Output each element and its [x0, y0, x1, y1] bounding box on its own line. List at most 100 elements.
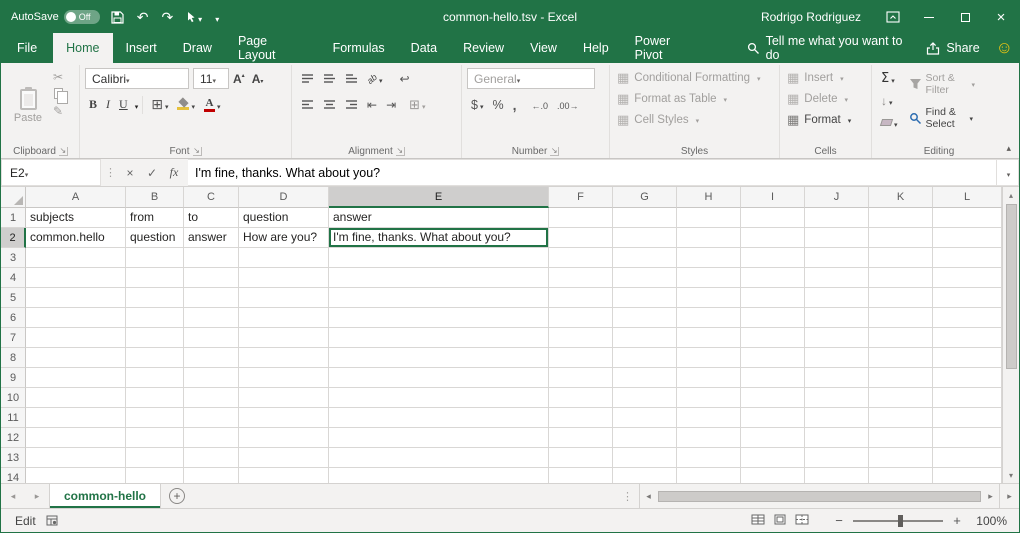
zoom-slider-thumb[interactable]: [898, 515, 903, 527]
cell-C3[interactable]: [184, 248, 239, 268]
cell-J13[interactable]: [805, 448, 869, 468]
user-name[interactable]: Rodrigo Rodriguez: [761, 10, 861, 24]
column-header-C[interactable]: C: [184, 187, 239, 208]
cell-L8[interactable]: [933, 348, 1002, 368]
row-header-1[interactable]: 1: [1, 208, 26, 228]
cell-H5[interactable]: [677, 288, 741, 308]
font-name-combo[interactable]: Calibri: [85, 68, 189, 89]
cell-C12[interactable]: [184, 428, 239, 448]
format-as-table-button[interactable]: Format as Table: [615, 89, 774, 108]
tab-draw[interactable]: Draw: [170, 33, 225, 63]
decrease-decimal-button[interactable]: [553, 94, 583, 115]
font-color-button[interactable]: A: [200, 94, 225, 115]
cell-K6[interactable]: [869, 308, 933, 328]
copy-icon[interactable]: [54, 88, 63, 99]
cell-L3[interactable]: [933, 248, 1002, 268]
cell-F13[interactable]: [549, 448, 613, 468]
align-right-button[interactable]: [341, 94, 362, 115]
cell-F1[interactable]: [549, 208, 613, 228]
cell-styles-button[interactable]: Cell Styles: [615, 110, 774, 129]
wrap-text-button[interactable]: [396, 68, 414, 89]
delete-cells-button[interactable]: Delete: [785, 89, 866, 108]
cell-A14[interactable]: [26, 468, 126, 483]
cell-K11[interactable]: [869, 408, 933, 428]
scroll-left-icon[interactable]: ◂: [640, 491, 657, 502]
minimize-button[interactable]: [911, 1, 947, 33]
insert-function-button[interactable]: fx: [164, 162, 184, 184]
cell-B8[interactable]: [126, 348, 184, 368]
cell-C14[interactable]: [184, 468, 239, 483]
undo-button[interactable]: ↶: [135, 9, 151, 26]
cell-G9[interactable]: [613, 368, 677, 388]
cell-C10[interactable]: [184, 388, 239, 408]
cell-K12[interactable]: [869, 428, 933, 448]
cell-L5[interactable]: [933, 288, 1002, 308]
font-dialog-launcher-icon[interactable]: [193, 147, 202, 156]
cell-I9[interactable]: [741, 368, 805, 388]
zoom-out-icon[interactable]: −: [833, 513, 845, 528]
cell-A4[interactable]: [26, 268, 126, 288]
cell-K9[interactable]: [869, 368, 933, 388]
cell-K3[interactable]: [869, 248, 933, 268]
row-header-5[interactable]: 5: [1, 288, 26, 308]
cell-B3[interactable]: [126, 248, 184, 268]
increase-decimal-button[interactable]: [527, 94, 552, 115]
cell-G1[interactable]: [613, 208, 677, 228]
cell-H12[interactable]: [677, 428, 741, 448]
cell-A10[interactable]: [26, 388, 126, 408]
scroll-down-icon[interactable]: ▾: [1003, 467, 1019, 483]
cell-F10[interactable]: [549, 388, 613, 408]
cell-I12[interactable]: [741, 428, 805, 448]
vertical-scrollbar[interactable]: ▴ ▾: [1002, 187, 1019, 483]
cell-J2[interactable]: [805, 228, 869, 248]
column-header-I[interactable]: I: [741, 187, 805, 208]
sort-filter-button[interactable]: Sort & Filter: [906, 68, 979, 100]
cell-D3[interactable]: [239, 248, 329, 268]
formula-bar-handle[interactable]: ⋮: [101, 159, 120, 186]
cell-A12[interactable]: [26, 428, 126, 448]
tab-file[interactable]: File: [1, 33, 53, 63]
cell-B1[interactable]: from: [126, 208, 184, 228]
cell-D10[interactable]: [239, 388, 329, 408]
cell-D7[interactable]: [239, 328, 329, 348]
cell-D9[interactable]: [239, 368, 329, 388]
customize-quick-access-button[interactable]: [213, 9, 221, 25]
cell-I2[interactable]: [741, 228, 805, 248]
page-break-view-button[interactable]: [795, 514, 809, 528]
cell-F2[interactable]: [549, 228, 613, 248]
horizontal-scroll-thumb[interactable]: [658, 491, 981, 502]
row-header-4[interactable]: 4: [1, 268, 26, 288]
cell-B9[interactable]: [126, 368, 184, 388]
cell-F5[interactable]: [549, 288, 613, 308]
cell-J6[interactable]: [805, 308, 869, 328]
macro-record-icon[interactable]: [46, 515, 58, 526]
cell-G14[interactable]: [613, 468, 677, 483]
comma-style-button[interactable]: [509, 94, 521, 115]
row-header-13[interactable]: 13: [1, 448, 26, 468]
cell-A5[interactable]: [26, 288, 126, 308]
cell-B12[interactable]: [126, 428, 184, 448]
cell-L6[interactable]: [933, 308, 1002, 328]
cell-B14[interactable]: [126, 468, 184, 483]
cell-H11[interactable]: [677, 408, 741, 428]
cell-E2[interactable]: I'm fine, thanks. What about you?: [329, 228, 549, 248]
row-header-6[interactable]: 6: [1, 308, 26, 328]
cell-J7[interactable]: [805, 328, 869, 348]
number-dialog-launcher-icon[interactable]: [550, 147, 559, 156]
cell-L11[interactable]: [933, 408, 1002, 428]
cell-K10[interactable]: [869, 388, 933, 408]
cell-B13[interactable]: [126, 448, 184, 468]
row-header-8[interactable]: 8: [1, 348, 26, 368]
cell-L2[interactable]: [933, 228, 1002, 248]
cell-L13[interactable]: [933, 448, 1002, 468]
cell-C4[interactable]: [184, 268, 239, 288]
clipboard-dialog-launcher-icon[interactable]: [59, 147, 68, 156]
bold-button[interactable]: B: [85, 94, 101, 115]
cell-G7[interactable]: [613, 328, 677, 348]
column-header-J[interactable]: J: [805, 187, 869, 208]
cell-J4[interactable]: [805, 268, 869, 288]
zoom-percentage[interactable]: 100%: [971, 514, 1007, 528]
cell-C9[interactable]: [184, 368, 239, 388]
zoom-in-icon[interactable]: +: [951, 513, 963, 528]
cell-L12[interactable]: [933, 428, 1002, 448]
